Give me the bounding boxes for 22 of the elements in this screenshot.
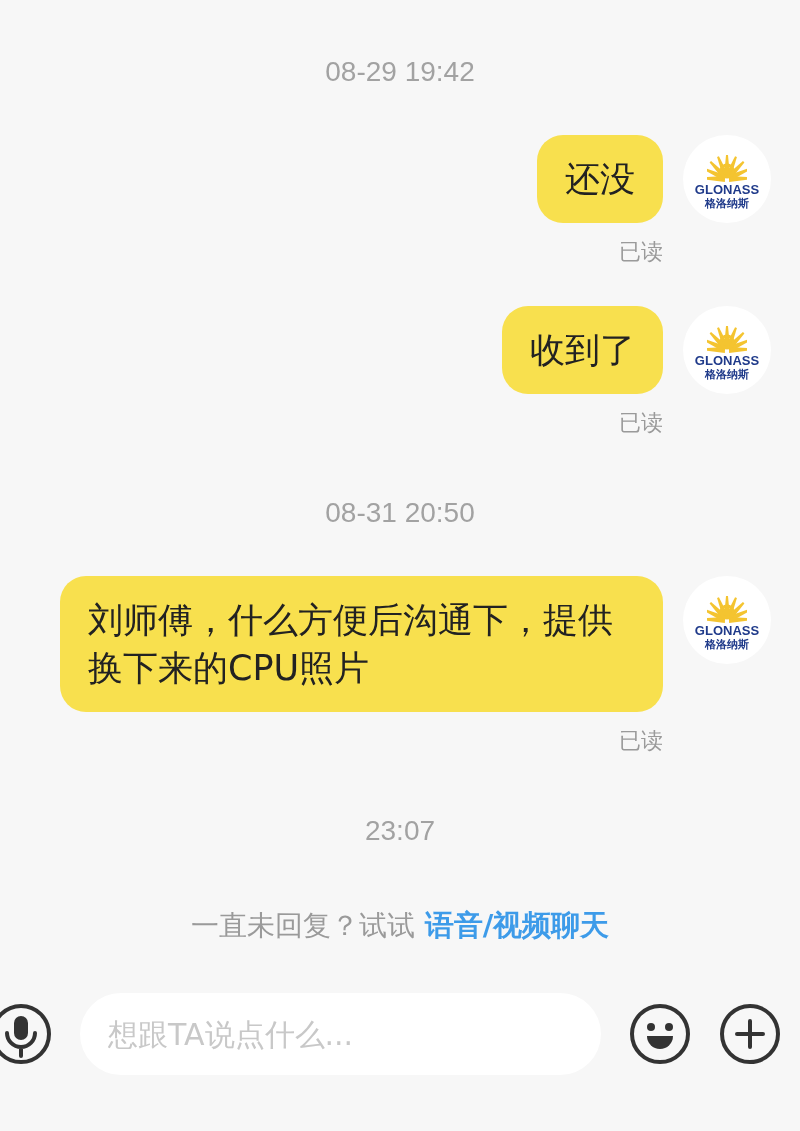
logo-name: 格洛纳斯 [705, 367, 749, 381]
logo-name: 格洛纳斯 [705, 196, 749, 210]
read-receipt: 已读 [619, 238, 663, 266]
avatar[interactable]: GLONASS 格洛纳斯 [683, 306, 771, 394]
message-bubble: 收到了 [502, 306, 663, 394]
microphone-icon[interactable] [0, 1003, 52, 1065]
avatar[interactable]: GLONASS 格洛纳斯 [683, 576, 771, 664]
plus-icon[interactable] [719, 1003, 781, 1065]
timestamp: 08-31 20:50 [325, 496, 475, 530]
timestamp: 08-29 19:42 [325, 55, 475, 89]
read-receipt: 已读 [619, 727, 663, 755]
logo-wordmark: GLONASS [694, 353, 760, 368]
read-receipt: 已读 [619, 409, 663, 437]
logo-wordmark: GLONASS [694, 623, 760, 638]
logo-name: 格洛纳斯 [705, 637, 749, 651]
timestamp: 23:07 [364, 814, 436, 848]
hint-text: 一直未回复？试试 [190, 908, 415, 944]
logo-wordmark: GLONASS [694, 182, 760, 197]
avatar[interactable]: GLONASS 格洛纳斯 [683, 135, 771, 223]
message-bubble: 刘师傅，什么方便后沟通下，提供换下来的CPU照片 [60, 576, 663, 712]
emoji-icon[interactable] [629, 1003, 691, 1065]
message-bubble: 还没 [537, 135, 663, 223]
